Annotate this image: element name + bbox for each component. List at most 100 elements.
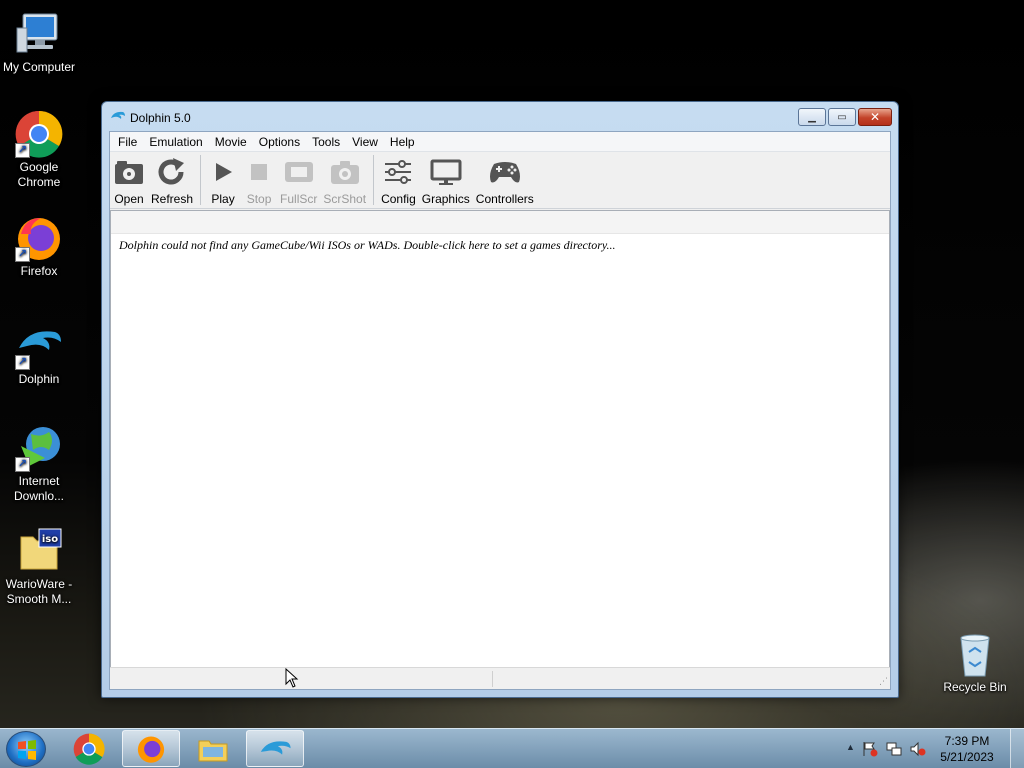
menu-emulation[interactable]: Emulation: [143, 132, 208, 152]
dolphin-icon: ↗: [15, 322, 63, 370]
desktop-icon-recycle-bin[interactable]: Recycle Bin: [936, 630, 1014, 695]
refresh-label: Refresh: [151, 192, 194, 206]
graphics-label: Graphics: [421, 192, 470, 206]
menu-movie[interactable]: Movie: [209, 132, 253, 152]
shortcut-arrow-icon: ↗: [15, 355, 30, 370]
desktop-icon-label: Internet Downlo...: [13, 474, 65, 503]
window-title: Dolphin 5.0: [130, 111, 191, 125]
desktop-icon-label: WarioWare - Smooth M...: [5, 577, 73, 606]
menu-view[interactable]: View: [346, 132, 384, 152]
game-list-header: [111, 211, 889, 234]
clock-time: 7:39 PM: [944, 734, 990, 748]
volume-muted-icon[interactable]: [910, 741, 926, 760]
no-games-message[interactable]: Dolphin could not find any GameCube/Wii …: [111, 234, 889, 253]
desktop-icon-firefox[interactable]: ↗ Firefox: [0, 214, 78, 279]
open-icon: [115, 161, 143, 184]
desktop-icon-label: Firefox: [20, 264, 58, 278]
dolphin-icon: [260, 740, 291, 755]
menubar: File Emulation Movie Options Tools View …: [110, 132, 890, 152]
desktop-icon-warioware-iso[interactable]: iso WarioWare - Smooth M...: [0, 527, 78, 607]
game-list[interactable]: Dolphin could not find any GameCube/Wii …: [110, 210, 890, 671]
status-bar: ⋰: [110, 667, 890, 689]
config-button[interactable]: Config: [378, 154, 419, 206]
graphics-button[interactable]: Graphics: [419, 154, 473, 206]
computer-icon: [15, 10, 63, 58]
stop-icon: [251, 164, 268, 180]
desktop-icon-label: Google Chrome: [17, 160, 61, 189]
taskbar-dolphin[interactable]: [246, 730, 304, 767]
taskbar-chrome[interactable]: [60, 730, 118, 767]
recycle-bin-icon: [951, 630, 999, 678]
status-divider: [492, 671, 493, 687]
show-hidden-icons-icon[interactable]: ▲: [846, 742, 855, 752]
monitor-icon: [430, 159, 462, 185]
internet-download-manager-icon: ↗: [15, 424, 63, 472]
window-client-area: File Emulation Movie Options Tools View …: [109, 131, 891, 690]
refresh-button[interactable]: Refresh: [148, 154, 196, 206]
controllers-button[interactable]: Controllers: [473, 154, 537, 206]
system-clock[interactable]: 7:39 PM 5/21/2023: [932, 733, 1002, 765]
play-icon: [216, 163, 233, 181]
resize-grip-icon[interactable]: ⋰: [879, 676, 888, 687]
camera-icon: [330, 161, 359, 184]
minimize-icon: ▁: [808, 111, 816, 123]
stop-button[interactable]: Stop: [241, 154, 277, 206]
mouse-cursor-icon: [285, 668, 299, 688]
dolphin-icon: [110, 109, 126, 126]
minimize-button[interactable]: ▁: [798, 108, 826, 126]
taskbar: ▲ 7:39 PM 5/21/2023: [0, 728, 1024, 768]
windows-logo-icon: [18, 740, 36, 760]
iso-file-icon: iso: [15, 527, 63, 575]
controllers-label: Controllers: [475, 192, 534, 206]
desktop-icon-label: Dolphin: [18, 372, 60, 386]
taskbar-explorer[interactable]: [184, 730, 242, 767]
screenshot-label: ScrShot: [323, 192, 367, 206]
shortcut-arrow-icon: ↗: [15, 143, 30, 158]
desktop-icon-label: Recycle Bin: [943, 680, 1007, 694]
start-button[interactable]: [6, 731, 46, 767]
menu-file[interactable]: File: [112, 132, 143, 152]
desktop-icon-dolphin[interactable]: ↗ Dolphin: [0, 322, 78, 387]
menu-help[interactable]: Help: [384, 132, 421, 152]
close-button[interactable]: ✕: [858, 108, 892, 126]
maximize-icon: ▭: [837, 111, 847, 123]
gamepad-icon: [489, 162, 520, 183]
shortcut-arrow-icon: ↗: [15, 457, 30, 472]
config-icon: [385, 160, 412, 184]
svg-text:iso: iso: [42, 534, 58, 545]
chrome-icon: [73, 733, 105, 765]
firefox-icon: [137, 736, 165, 763]
stop-label: Stop: [246, 192, 272, 206]
clock-date: 5/21/2023: [940, 750, 994, 764]
firefox-icon: ↗: [15, 214, 63, 262]
open-label: Open: [114, 192, 144, 206]
system-tray: ▲ 7:39 PM 5/21/2023: [824, 729, 1024, 768]
desktop-icon-label: My Computer: [2, 60, 76, 74]
action-center-flag-icon[interactable]: [862, 741, 878, 760]
desktop-icon-google-chrome[interactable]: ↗ Google Chrome: [0, 110, 78, 190]
close-icon: ✕: [869, 110, 881, 124]
desktop-icon-my-computer[interactable]: My Computer: [0, 10, 78, 75]
toolbar-separator: [200, 155, 202, 205]
config-label: Config: [381, 192, 416, 206]
screenshot-button[interactable]: ScrShot: [320, 154, 369, 206]
maximize-button[interactable]: ▭: [828, 108, 856, 126]
desktop-icon-internet-download-manager[interactable]: ↗ Internet Downlo...: [0, 424, 78, 504]
toolbar: Open Refresh Play Stop FullScr ScrShot C…: [110, 152, 890, 209]
fullscreen-icon: [284, 162, 313, 182]
network-icon[interactable]: [886, 741, 902, 760]
open-button[interactable]: Open: [110, 154, 148, 206]
dolphin-window[interactable]: Dolphin 5.0 ▁ ▭ ✕ File Emulation Movie O…: [101, 101, 899, 698]
chrome-icon: ↗: [15, 110, 63, 158]
shortcut-arrow-icon: ↗: [15, 247, 30, 262]
menu-tools[interactable]: Tools: [306, 132, 346, 152]
fullscreen-button[interactable]: FullScr: [277, 154, 320, 206]
show-desktop-button[interactable]: [1010, 729, 1024, 768]
toolbar-separator: [373, 155, 375, 205]
play-button[interactable]: Play: [205, 154, 241, 206]
refresh-icon: [158, 158, 185, 185]
menu-options[interactable]: Options: [253, 132, 306, 152]
taskbar-firefox[interactable]: [122, 730, 180, 767]
window-titlebar[interactable]: Dolphin 5.0 ▁ ▭ ✕: [102, 102, 898, 130]
explorer-icon: [198, 740, 228, 761]
